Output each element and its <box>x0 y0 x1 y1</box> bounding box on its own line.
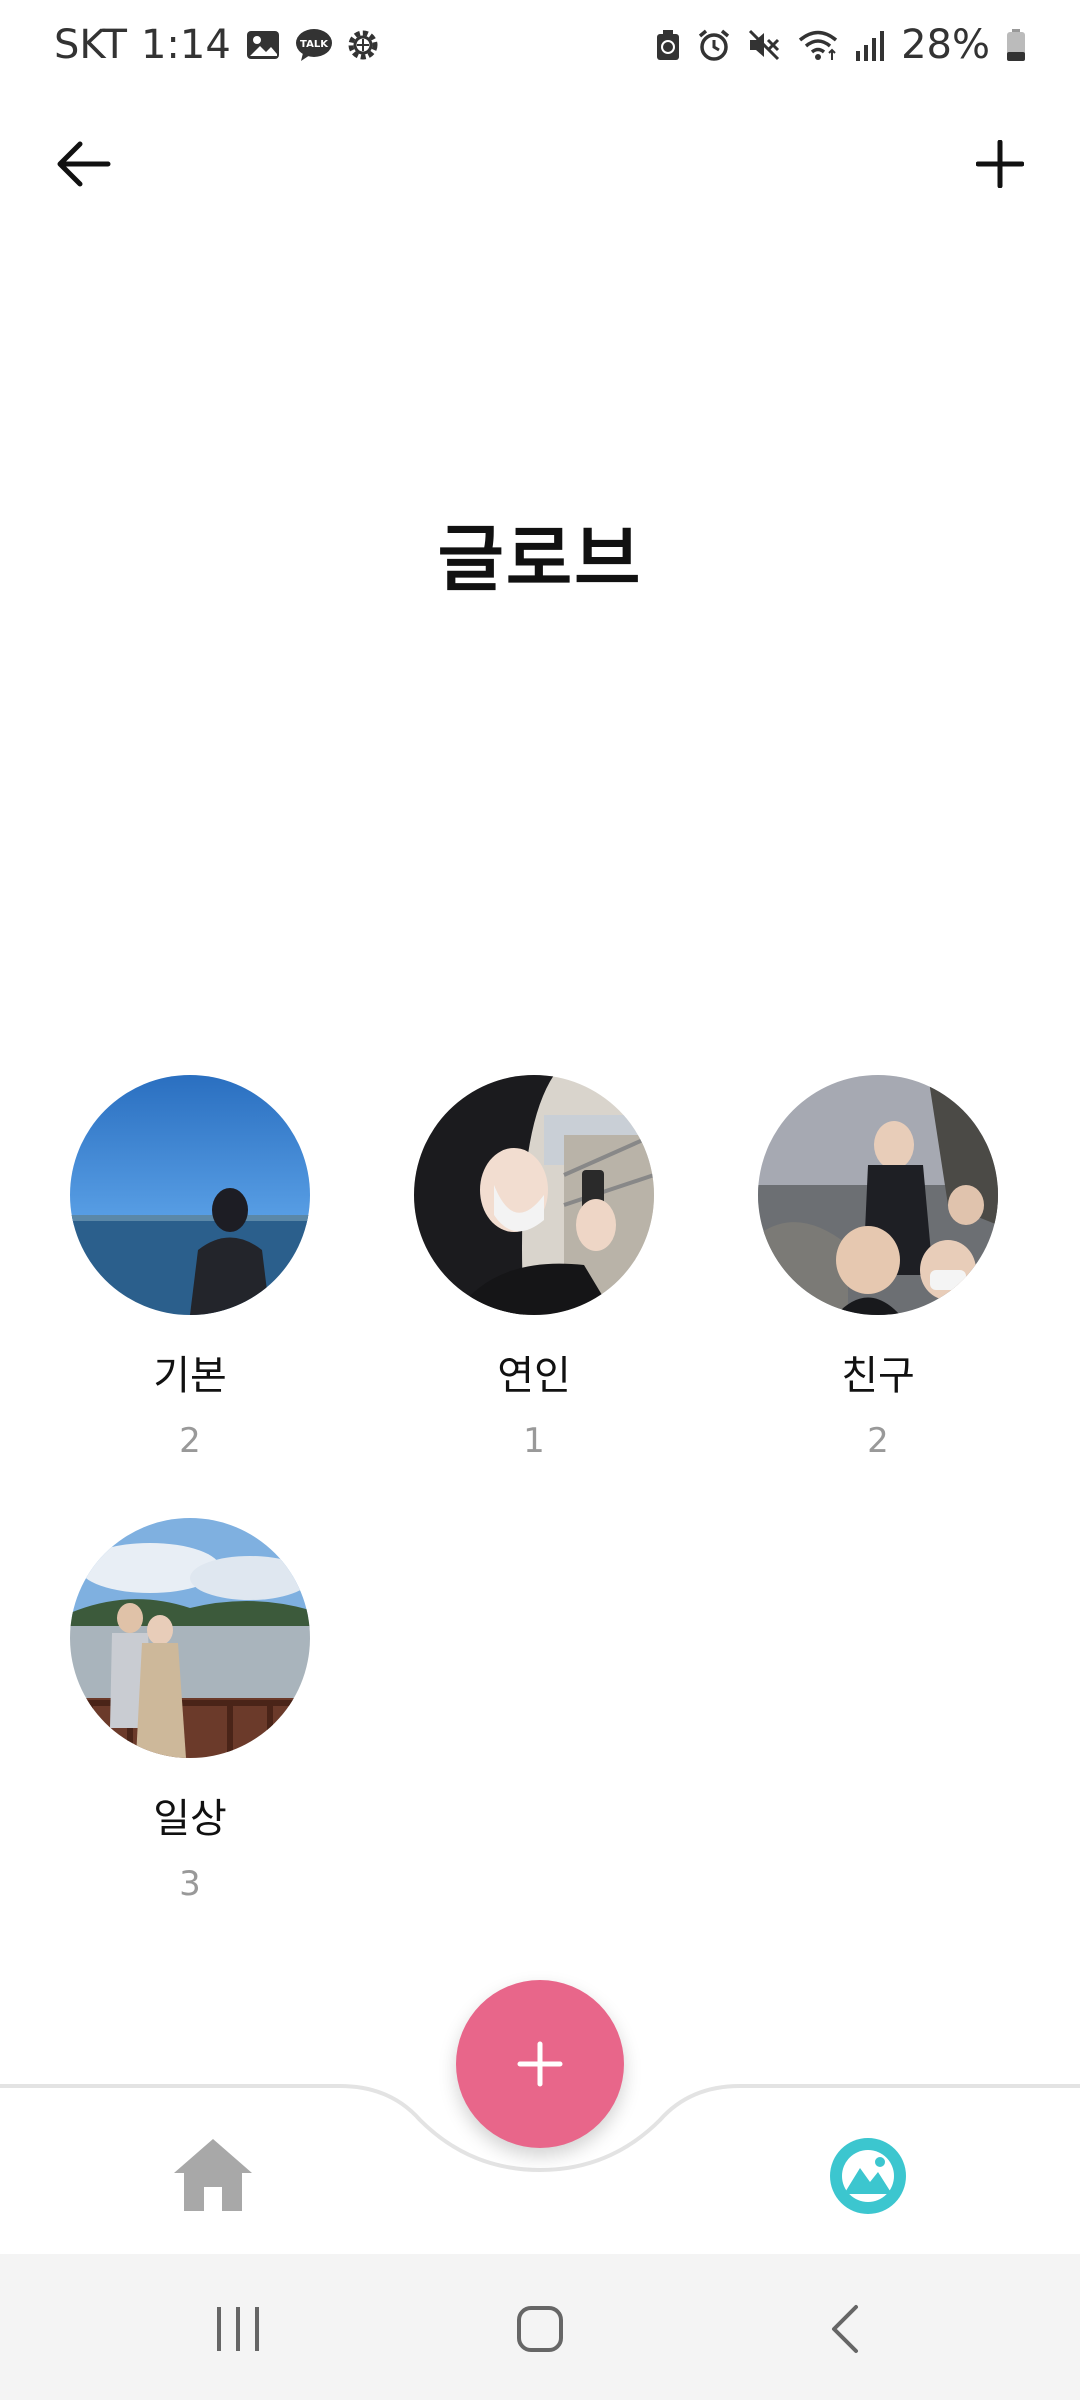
home-circle-icon <box>517 2306 563 2352</box>
album-thumbnail[interactable] <box>70 1075 310 1315</box>
system-nav-bar <box>0 2254 1080 2400</box>
gallery-icon <box>830 2138 906 2214</box>
arrow-left-icon <box>57 141 111 187</box>
svg-text:TALK: TALK <box>300 39 329 50</box>
album-thumbnail[interactable] <box>414 1075 654 1315</box>
settings-icon <box>345 27 381 63</box>
recent-apps-icon <box>217 2307 259 2351</box>
clock: 1:14 <box>140 22 231 68</box>
album-name: 연인 <box>497 1353 571 1399</box>
recycle-icon <box>655 28 681 62</box>
plus-icon <box>517 2041 563 2087</box>
album-name: 기본 <box>153 1353 227 1399</box>
alarm-icon <box>697 28 731 62</box>
album-count: 2 <box>867 1421 889 1461</box>
nav-home-button[interactable] <box>170 2135 256 2215</box>
carrier-label: SKT <box>54 22 127 68</box>
add-photo-fab[interactable] <box>456 1980 624 2148</box>
status-left: SKT 1:14 TALK <box>54 22 381 68</box>
album-thumbnail[interactable] <box>70 1518 310 1758</box>
album-item[interactable]: 친구 2 <box>728 1075 1028 1461</box>
talk-icon: TALK <box>295 27 332 63</box>
page-title: 글로브 <box>437 517 643 601</box>
back-button[interactable] <box>36 116 132 212</box>
wifi-icon <box>797 28 839 62</box>
battery-label: 28% <box>901 22 990 68</box>
album-thumbnail[interactable] <box>758 1075 998 1315</box>
status-right: 28% <box>655 22 1026 68</box>
album-name: 일상 <box>153 1796 227 1842</box>
status-bar: SKT 1:14 TALK 28% <box>0 0 1080 96</box>
battery-icon <box>1006 28 1026 62</box>
album-count: 3 <box>179 1864 201 1904</box>
album-item[interactable]: 일상 3 <box>40 1518 340 1904</box>
album-item[interactable]: 연인 1 <box>384 1075 684 1461</box>
home-icon <box>174 2139 252 2211</box>
signal-icon <box>855 29 885 61</box>
album-count: 2 <box>179 1421 201 1461</box>
back-chevron-icon <box>832 2305 858 2353</box>
system-back-button[interactable] <box>805 2294 885 2364</box>
system-home-button[interactable] <box>500 2294 580 2364</box>
mute-icon <box>747 28 781 62</box>
recent-apps-button[interactable] <box>198 2294 278 2364</box>
image-icon <box>245 27 281 63</box>
nav-gallery-button[interactable] <box>826 2134 910 2218</box>
add-album-button[interactable] <box>952 116 1048 212</box>
album-name: 친구 <box>841 1353 915 1399</box>
album-item[interactable]: 기본 2 <box>40 1075 340 1461</box>
plus-icon <box>976 140 1024 188</box>
album-count: 1 <box>523 1421 545 1461</box>
